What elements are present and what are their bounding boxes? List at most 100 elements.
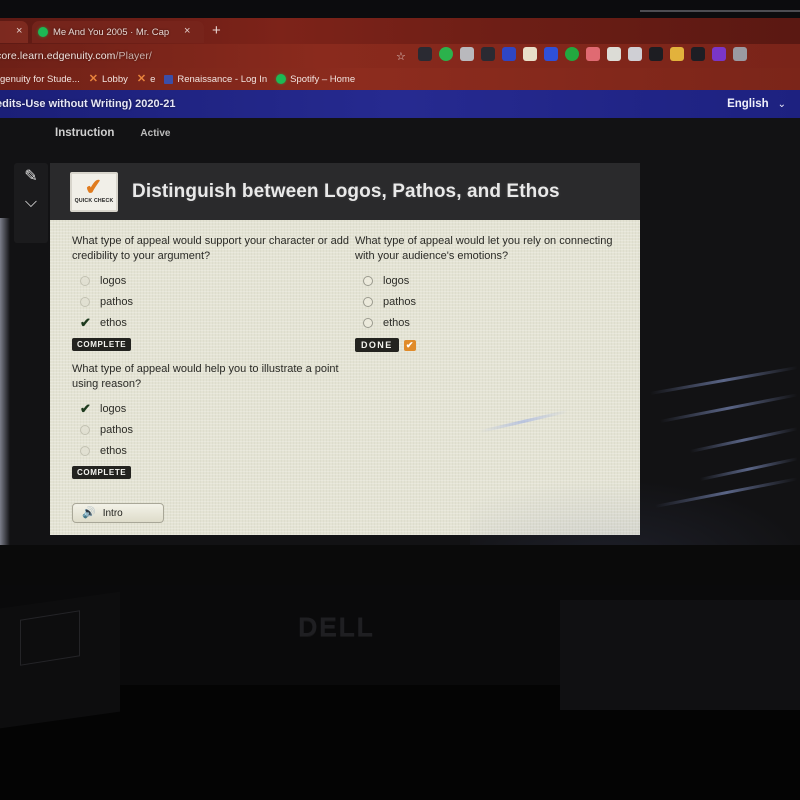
tool-rail: ✎ ⌵ [14,163,48,243]
orange-check-icon: ✔ [83,175,104,200]
bookmark-item[interactable]: genuity for Stude... [0,74,80,85]
blue-grid-extension-icon[interactable] [502,47,516,61]
bookmark-label: genuity for Stude... [0,73,80,85]
bookmark-item[interactable]: Renaissance - Log In [164,74,267,85]
bookmark-item[interactable]: ✕ Lobby [88,72,128,85]
close-tab-icon[interactable]: × [16,25,22,37]
blue-speaker-extension-icon[interactable] [544,47,558,61]
question-text: What type of appeal would let you rely o… [355,235,613,262]
headphones-icon[interactable]: ⌵ [25,195,37,211]
option-row[interactable]: logos [72,270,362,291]
option-label: logos [100,274,127,287]
purple-extension-icon[interactable] [712,47,726,61]
pink-arrow-extension-icon[interactable] [586,47,600,61]
radio-unselected-icon[interactable] [80,275,90,286]
bookmarks-bar: genuity for Stude... ✕ Lobby ✕ e Renaissance … [0,68,800,90]
option-row[interactable]: ethos [355,312,630,333]
mute-speaker-extension-icon[interactable] [628,47,642,61]
checkmark-icon: ✔ [80,400,91,416]
x-orange-icon: ✕ [88,72,98,85]
monitor-screen: × Me And You 2005 · Mr. Cap × + core.lea… [0,18,800,545]
question-block-2: What type of appeal would let you rely o… [355,234,630,352]
grey-avatar-extension-icon[interactable] [460,47,474,61]
dark-wall-shape [560,600,800,710]
option-label: ethos [100,444,127,457]
course-header-bar: edits-Use without Writing) 2020-21 Engli… [0,90,800,118]
option-label: ethos [383,316,410,329]
intro-audio-button[interactable]: 🔊 Intro [72,503,164,523]
question-block-3: What type of appeal would help you to il… [72,362,362,479]
option-row[interactable]: pathos [72,419,362,440]
highlighter-pencil-icon[interactable]: ✎ [24,169,37,185]
lesson-nav-tabs: Instruction Active [55,127,170,139]
dark-furniture-outline [20,610,80,666]
browser-tab-strip: × Me And You 2005 · Mr. Cap × + [0,18,800,44]
radio-unselected-icon[interactable] [80,296,90,307]
status-badge: DONE [355,338,399,352]
status-badge: COMPLETE [72,466,132,479]
shield-extension-icon-2[interactable] [481,47,495,61]
option-row[interactable]: logos [355,270,630,291]
document-extension-icon[interactable] [691,47,705,61]
done-check-icon: ✔ [403,339,416,351]
white-square-extension-icon[interactable] [607,47,621,61]
bookmark-label: Renaissance - Log In [177,73,268,85]
speaker-icon: 🔊 [82,506,96,519]
tab-active[interactable]: Active [140,128,170,139]
tab-instruction[interactable]: Instruction [55,127,114,139]
shield-extension-icon[interactable] [418,47,432,61]
penguin-extension-icon[interactable] [649,47,663,61]
dell-logo: DELL [298,612,375,642]
radio-unselected-icon[interactable] [80,445,90,456]
compass-extension-icon[interactable] [523,47,537,61]
status-row: COMPLETE [72,466,362,479]
option-row[interactable]: pathos [72,291,362,312]
bookmark-label: Spotify – Home [290,73,356,85]
bookmark-label: Lobby [101,73,128,85]
blue-square-icon [164,74,174,84]
radio-unselected-icon[interactable] [363,275,373,286]
option-label: pathos [100,295,134,308]
intro-button-label: Intro [102,507,123,519]
browser-tab-inactive[interactable] [0,21,28,43]
option-label: logos [383,274,410,287]
language-selector[interactable]: English ⌄ [727,98,786,110]
spotify-favicon-icon [38,27,48,37]
photograph-of-monitor: × Me And You 2005 · Mr. Cap × + core.lea… [0,0,800,800]
lesson-content-card: What type of appeal would support your c… [50,220,640,535]
bookmark-label: e [150,73,156,85]
spotify-favicon-icon [276,74,287,84]
bookmark-item[interactable]: Spotify – Home [276,74,355,85]
status-badge: COMPLETE [72,338,132,351]
puzzle-extension-icon[interactable] [733,47,747,61]
green-circle-extension-icon[interactable] [439,47,453,61]
bookmark-item[interactable]: ✕ e [137,73,156,85]
page-title: Distinguish between Logos, Pathos, and E… [132,180,560,202]
radio-unselected-icon[interactable] [363,296,373,307]
screen-left-glare [0,218,10,545]
quick-check-badge: ✔ QUICK CHECK [70,171,118,212]
option-row[interactable]: pathos [355,291,630,312]
option-row-selected[interactable]: ✔ ethos [72,312,362,333]
lesson-area: Instruction Active ✎ ⌵ ✔ QUICK CHECK Dis… [0,118,800,545]
option-row[interactable]: ethos [72,440,362,461]
close-tab-icon-active[interactable]: × [184,25,190,37]
bookmark-star-icon[interactable]: ☆ [396,50,406,63]
option-row-selected[interactable]: ✔ logos [72,398,362,419]
status-row: COMPLETE [72,338,362,351]
dark-furniture-shape [0,591,120,729]
browser-omnibox-row: core.learn.edgenuity.com/Player/ ☆ [0,44,800,68]
monitor-top-bezel [0,0,800,18]
radio-unselected-icon[interactable] [363,317,373,328]
question-text: What type of appeal would support your c… [72,235,349,262]
option-label: pathos [383,295,417,308]
green-dot-extension-icon[interactable] [565,47,579,61]
thumbs-up-extension-icon[interactable] [670,47,684,61]
option-label: logos [100,402,127,415]
address-bar-url[interactable]: core.learn.edgenuity.com/Player/ [0,50,152,62]
browser-tab-title: Me And You 2005 · Mr. Cap [53,26,170,38]
extension-icons-group [418,47,747,61]
new-tab-button[interactable]: + [212,22,221,39]
radio-unselected-icon[interactable] [80,424,90,435]
browser-tab-active[interactable]: Me And You 2005 · Mr. Cap [32,21,204,43]
